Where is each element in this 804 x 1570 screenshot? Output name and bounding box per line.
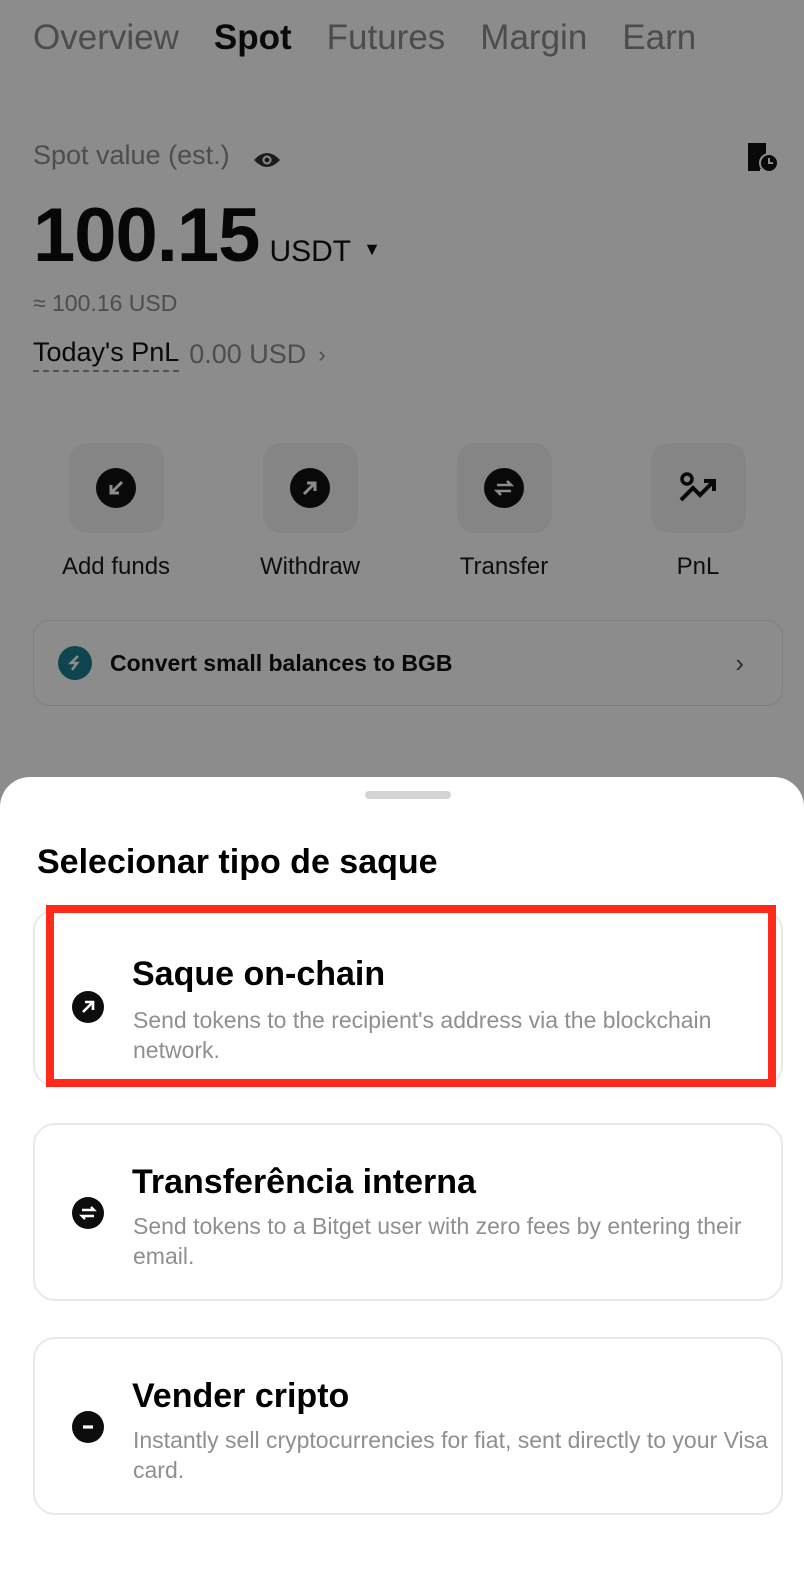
option-sell-crypto[interactable]: Vender cripto Instantly sell cryptocurre… bbox=[33, 1337, 783, 1515]
option-title: Vender cripto bbox=[132, 1377, 350, 1415]
highlight-box bbox=[46, 905, 776, 1087]
option-description: Instantly sell cryptocurrencies for fiat… bbox=[133, 1427, 768, 1483]
sheet-title: Selecionar tipo de saque bbox=[37, 843, 438, 881]
option-description: Send tokens to a Bitget user with zero f… bbox=[133, 1213, 742, 1269]
option-title: Transferência interna bbox=[132, 1163, 476, 1201]
sheet-grabber[interactable] bbox=[365, 791, 451, 799]
swap-icon bbox=[72, 1197, 104, 1229]
option-internal-transfer[interactable]: Transferência interna Send tokens to a B… bbox=[33, 1123, 783, 1301]
withdraw-type-sheet: Selecionar tipo de saque Saque on-chain … bbox=[0, 777, 804, 1570]
minus-icon bbox=[72, 1411, 104, 1443]
